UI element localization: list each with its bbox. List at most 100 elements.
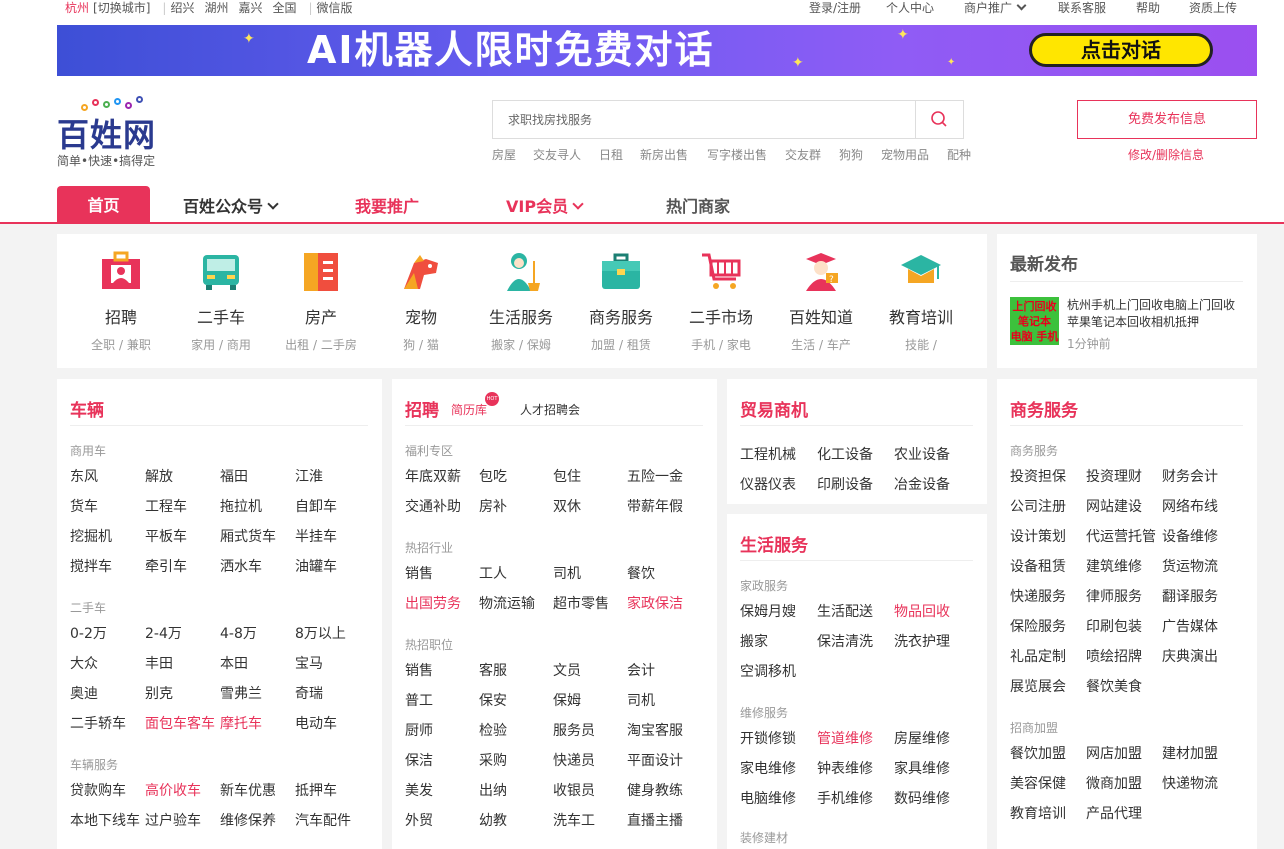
trade-title[interactable]: 贸易商机 [740, 396, 808, 421]
category-link[interactable]: 面包车客车 [145, 713, 215, 733]
category-link[interactable]: 搬家 [740, 631, 768, 651]
category-link[interactable]: 工程车 [145, 496, 187, 516]
category-link[interactable]: 大众 [70, 653, 98, 673]
category-link[interactable]: 双休 [553, 496, 581, 516]
hot-word[interactable]: 新房出售 [640, 146, 688, 163]
category-link[interactable]: 牵引车 [145, 556, 187, 576]
category-link[interactable]: 展览展会 [1010, 676, 1066, 696]
job-fair-link[interactable]: 人才招聘会 [520, 401, 580, 418]
category-link[interactable]: 餐饮 [627, 563, 655, 583]
category-link[interactable]: 五险一金 [627, 466, 683, 486]
category-link[interactable]: 仪器仪表 [740, 474, 796, 494]
category-link[interactable]: 文员 [553, 660, 581, 680]
category-link[interactable]: 空调移机 [740, 661, 796, 681]
category-link[interactable]: 公司注册 [1010, 496, 1066, 516]
category-link[interactable]: 开锁修锁 [740, 728, 796, 748]
category-link[interactable]: 货运物流 [1162, 556, 1218, 576]
category-link[interactable]: 司机 [627, 690, 655, 710]
category-link[interactable]: 挖掘机 [70, 526, 112, 546]
category-link[interactable]: 保姆 [553, 690, 581, 710]
business-services-title[interactable]: 商务服务 [1010, 396, 1078, 421]
nav-home-tab[interactable]: 首页 [57, 186, 150, 222]
category-link[interactable]: 带薪年假 [627, 496, 683, 516]
category-link[interactable]: 厢式货车 [220, 526, 276, 546]
category-link[interactable]: 油罐车 [295, 556, 337, 576]
category-link[interactable]: 数码维修 [894, 788, 950, 808]
category-link[interactable]: 直播主播 [627, 810, 683, 830]
category-link[interactable]: 司机 [553, 563, 581, 583]
category-link[interactable]: 二手轿车 [70, 713, 126, 733]
category-link[interactable]: 健身教练 [627, 780, 683, 800]
nearby-city-0[interactable]: 绍兴 [170, 1, 194, 15]
category-link[interactable]: 奥迪 [70, 683, 98, 703]
hot-word[interactable]: 日租 [599, 146, 623, 163]
category-link[interactable]: 钟表维修 [817, 758, 873, 778]
category-link[interactable]: 普工 [405, 690, 433, 710]
hot-word[interactable]: 配种 [947, 146, 971, 163]
category-link[interactable]: 礼品定制 [1010, 646, 1066, 666]
category-link[interactable]: 过户验车 [145, 810, 201, 830]
category-link[interactable]: 翻译服务 [1162, 586, 1218, 606]
category-link[interactable]: 检验 [479, 720, 507, 740]
category-link[interactable]: 电脑维修 [740, 788, 796, 808]
qualification-upload-link[interactable]: 资质上传 [1189, 0, 1237, 16]
category-link[interactable]: 房补 [479, 496, 507, 516]
category-link[interactable]: 家电维修 [740, 758, 796, 778]
category-link[interactable]: 幼教 [479, 810, 507, 830]
category-link[interactable]: 半挂车 [295, 526, 337, 546]
banner-cta-button[interactable]: 点击对话 [1029, 33, 1213, 67]
free-publish-button[interactable]: 免费发布信息 [1077, 100, 1257, 139]
search-box[interactable]: 求职找房找服务 [492, 100, 964, 139]
category-link[interactable]: 财务会计 [1162, 466, 1218, 486]
hot-word[interactable]: 写字楼出售 [707, 146, 767, 163]
category-link[interactable]: 物流运输 [479, 593, 535, 613]
category-link[interactable]: 印刷包装 [1086, 616, 1142, 636]
category-link[interactable]: 本田 [220, 653, 248, 673]
current-city[interactable]: 杭州 [65, 1, 89, 15]
category-link[interactable]: 搅拌车 [70, 556, 112, 576]
category-link[interactable]: 销售 [405, 563, 433, 583]
category-link[interactable]: 收银员 [553, 780, 595, 800]
search-button[interactable] [915, 101, 963, 138]
category-link[interactable]: 雪弗兰 [220, 683, 262, 703]
vehicles-title[interactable]: 车辆 [70, 396, 104, 421]
category-link[interactable]: 保安 [479, 690, 507, 710]
category-link[interactable]: 快递服务 [1010, 586, 1066, 606]
category-link[interactable]: 工程机械 [740, 444, 796, 464]
category-link[interactable]: 电动车 [295, 713, 337, 733]
site-logo[interactable]: 百姓网 简单•快速•搞得定 [57, 96, 177, 172]
nearby-city-3[interactable]: 全国 [272, 1, 296, 15]
category-link[interactable]: 投资理财 [1086, 466, 1142, 486]
nearby-city-2[interactable]: 嘉兴 [238, 1, 262, 15]
category-link[interactable]: 宝马 [295, 653, 323, 673]
category-link[interactable]: 洒水车 [220, 556, 262, 576]
category-link[interactable]: 会计 [627, 660, 655, 680]
category-link[interactable]: 平面设计 [627, 750, 683, 770]
category-link[interactable]: 包吃 [479, 466, 507, 486]
category-link[interactable]: 解放 [145, 466, 173, 486]
category-link[interactable]: 代运营托管 [1086, 526, 1156, 546]
category-link[interactable]: 投资担保 [1010, 466, 1066, 486]
wechat-version-link[interactable]: 微信版 [317, 1, 353, 15]
jobs-title[interactable]: 招聘 [405, 396, 439, 421]
category-link[interactable]: 网络布线 [1162, 496, 1218, 516]
category-link[interactable]: 交通补助 [405, 496, 461, 516]
category-link[interactable]: 美容保健 [1010, 773, 1066, 793]
category-link[interactable]: 教育培训 [1010, 803, 1066, 823]
category-link[interactable]: 高价收车 [145, 780, 201, 800]
category-link[interactable]: 网站建设 [1086, 496, 1142, 516]
hot-word[interactable]: 宠物用品 [881, 146, 929, 163]
category-link[interactable]: 销售 [405, 660, 433, 680]
category-link[interactable]: 别克 [145, 683, 173, 703]
hot-word[interactable]: 狗狗 [839, 146, 863, 163]
category-link[interactable]: 采购 [479, 750, 507, 770]
category-link[interactable]: 本地下线车 [70, 810, 140, 830]
category-link[interactable]: 保洁清洗 [817, 631, 873, 651]
category-link[interactable]: 奇瑞 [295, 683, 323, 703]
category-link[interactable]: 保姆月嫂 [740, 601, 796, 621]
ai-banner[interactable]: ✦ ✦ ✦ ✦ AI机器人限时免费对话 点击对话 [57, 25, 1257, 76]
category-link[interactable]: 喷绘招牌 [1086, 646, 1142, 666]
category-link[interactable]: 农业设备 [894, 444, 950, 464]
category-link[interactable]: 工人 [479, 563, 507, 583]
category-link[interactable]: 超市零售 [553, 593, 609, 613]
